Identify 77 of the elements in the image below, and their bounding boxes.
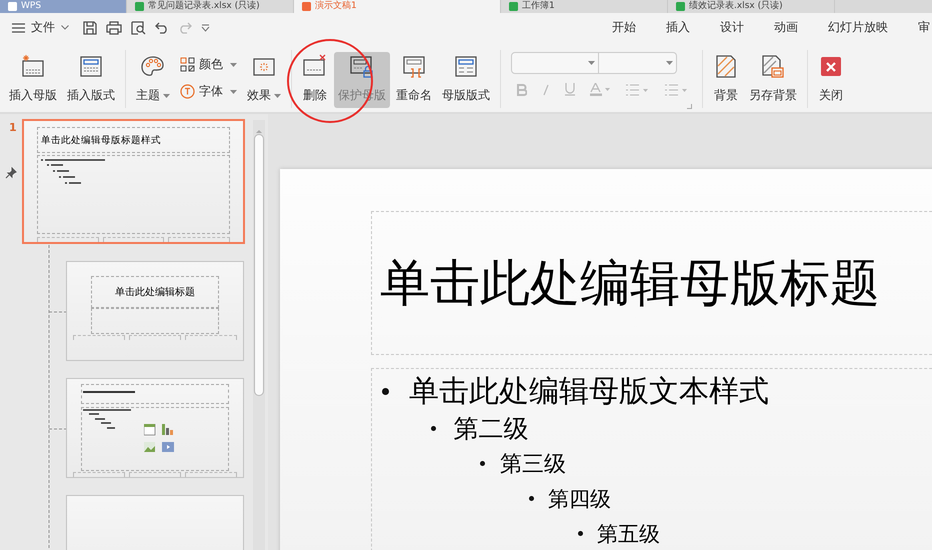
- thumbnail-title: 单击此处编辑标题: [115, 286, 195, 299]
- bullet-text: 第五级: [596, 520, 660, 548]
- ribbon-tab[interactable]: 开始: [597, 19, 651, 36]
- ribbon-button[interactable]: 插入母版: [5, 52, 61, 108]
- slide-number: 1: [9, 121, 17, 134]
- slide-thumbnail[interactable]: [66, 378, 244, 478]
- lock-icon: [349, 54, 375, 80]
- ribbon-tab[interactable]: 幻灯片放映: [813, 19, 903, 36]
- redo-icon[interactable]: [178, 22, 192, 34]
- ribbon-button[interactable]: 关闭: [814, 52, 848, 108]
- font-size-dropdown[interactable]: [599, 52, 677, 74]
- color-grid-icon: [180, 57, 195, 72]
- footer-placeholder: [102, 237, 164, 242]
- bullet-text: 第三级: [500, 450, 566, 478]
- document-icon: [302, 2, 311, 11]
- rename-icon: [401, 54, 427, 80]
- chevron-icon[interactable]: [61, 25, 69, 30]
- bullet-list-icon[interactable]: [625, 84, 649, 96]
- ribbon-tab[interactable]: 审: [903, 19, 932, 36]
- bullet-icon: [480, 461, 485, 466]
- bullet-text: 第二级: [454, 413, 528, 445]
- file-menu[interactable]: 文件: [31, 19, 55, 36]
- footer-placeholder: [37, 237, 99, 242]
- menu-icon[interactable]: [12, 22, 25, 32]
- print-icon[interactable]: [106, 20, 122, 34]
- slide-thumbnail[interactable]: 单击此处编辑母版标题样式: [22, 119, 245, 244]
- underline-icon[interactable]: [565, 83, 575, 96]
- footer-placeholder: [73, 335, 125, 340]
- italic-icon[interactable]: [542, 84, 550, 96]
- dialog-launcher-icon[interactable]: [687, 104, 692, 109]
- document-icon: [676, 2, 685, 11]
- footer-placeholder: [185, 335, 237, 340]
- undo-icon[interactable]: [155, 22, 169, 34]
- ribbon-tab[interactable]: 动画: [759, 19, 813, 36]
- footer-placeholder: [129, 335, 181, 340]
- save-background-icon: [760, 54, 786, 80]
- ribbon-button[interactable]: 字体: [180, 83, 237, 100]
- ribbon-button[interactable]: 重命名: [392, 52, 436, 108]
- save-icon[interactable]: [83, 20, 97, 34]
- font-color-icon[interactable]: [590, 83, 610, 96]
- ribbon-button[interactable]: 背景: [709, 52, 743, 108]
- app-logo-icon: [8, 2, 17, 11]
- ribbon-tab[interactable]: 设计: [705, 19, 759, 36]
- caret-icon: [588, 61, 595, 65]
- text-lines-drawing: [82, 408, 132, 430]
- bullet-icon: [382, 388, 389, 394]
- insert-content-drawing: [144, 424, 176, 454]
- print-preview-icon[interactable]: [131, 20, 146, 34]
- footer-placeholder: [129, 472, 181, 477]
- customize-icon[interactable]: [201, 24, 210, 32]
- bullet-text: 第四级: [548, 486, 611, 512]
- bold-icon[interactable]: [517, 84, 527, 96]
- ribbon-button[interactable]: 另存背景: [745, 52, 801, 108]
- bullet-text: 单击此处编辑母版文本样式: [409, 372, 769, 410]
- ribbon-tab[interactable]: 插入: [651, 19, 705, 36]
- ribbon-button[interactable]: 插入版式: [63, 52, 119, 108]
- numbered-list-icon[interactable]: [664, 84, 688, 96]
- thumbnail-title: 单击此处编辑母版标题样式: [41, 134, 161, 147]
- caret-icon: [666, 61, 673, 65]
- bullet-icon: [529, 496, 534, 501]
- ribbon-button[interactable]: 主题: [132, 52, 174, 108]
- pin-icon[interactable]: [5, 167, 17, 179]
- bullet-icon: [578, 531, 583, 536]
- ribbon-button[interactable]: 母版版式: [438, 52, 494, 108]
- ribbon-button[interactable]: 删除: [298, 52, 332, 108]
- ribbon-button[interactable]: 效果: [243, 52, 285, 108]
- bullet-icon: [431, 426, 436, 431]
- footer-placeholder: [185, 472, 237, 477]
- footer-placeholder: [168, 237, 230, 242]
- document-icon: [509, 2, 518, 11]
- slide-title[interactable]: 单击此处编辑母版标题: [380, 250, 880, 316]
- document-icon: [135, 2, 144, 11]
- ribbon-button[interactable]: 颜色: [180, 56, 237, 73]
- scrollbar-thumb[interactable]: [254, 134, 264, 396]
- slide-thumbnail[interactable]: 单击此处编辑标题: [66, 261, 244, 361]
- font-circle-icon: [180, 84, 195, 99]
- footer-placeholder: [73, 472, 125, 477]
